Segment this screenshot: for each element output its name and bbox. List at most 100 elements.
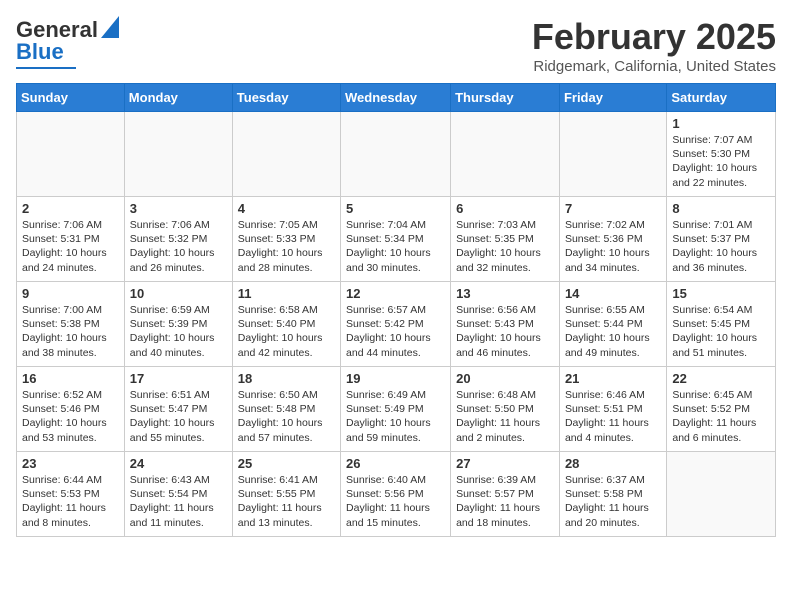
day-cell: 25 Sunrise: 6:41 AM Sunset: 5:55 PM Dayli…: [232, 452, 340, 537]
day-cell: 24 Sunrise: 6:43 AM Sunset: 5:54 PM Dayli…: [124, 452, 232, 537]
logo: General Blue: [16, 16, 119, 69]
day-number: 26: [346, 456, 445, 471]
day-cell: [667, 452, 776, 537]
day-cell: 3 Sunrise: 7:06 AM Sunset: 5:32 PM Daylig…: [124, 197, 232, 282]
weekday-header-row: SundayMondayTuesdayWednesdayThursdayFrid…: [17, 84, 776, 112]
day-number: 11: [238, 286, 335, 301]
day-number: 5: [346, 201, 445, 216]
day-detail: Sunrise: 7:00 AM Sunset: 5:38 PM Dayligh…: [22, 303, 119, 360]
calendar-title-block: February 2025 Ridgemark, California, Uni…: [532, 16, 776, 75]
day-detail: Sunrise: 6:43 AM Sunset: 5:54 PM Dayligh…: [130, 473, 227, 530]
day-detail: Sunrise: 7:04 AM Sunset: 5:34 PM Dayligh…: [346, 218, 445, 275]
weekday-header-friday: Friday: [559, 84, 666, 112]
day-cell: 2 Sunrise: 7:06 AM Sunset: 5:31 PM Daylig…: [17, 197, 125, 282]
day-detail: Sunrise: 6:51 AM Sunset: 5:47 PM Dayligh…: [130, 388, 227, 445]
day-number: 25: [238, 456, 335, 471]
day-cell: 6Sunrise: 7:03 AM Sunset: 5:35 PM Daylig…: [451, 197, 560, 282]
logo-triangle-icon: [101, 16, 119, 38]
weekday-header-monday: Monday: [124, 84, 232, 112]
day-detail: Sunrise: 7:07 AM Sunset: 5:30 PM Dayligh…: [672, 133, 770, 190]
day-detail: Sunrise: 7:06 AM Sunset: 5:31 PM Dayligh…: [22, 218, 119, 275]
day-cell: 12 Sunrise: 6:57 AM Sunset: 5:42 PM Dayli…: [341, 282, 451, 367]
weekday-header-thursday: Thursday: [451, 84, 560, 112]
day-number: 3: [130, 201, 227, 216]
day-number: 24: [130, 456, 227, 471]
day-number: 18: [238, 371, 335, 386]
day-detail: Sunrise: 7:02 AM Sunset: 5:36 PM Dayligh…: [565, 218, 661, 275]
day-cell: 28 Sunrise: 6:37 AM Sunset: 5:58 PM Dayli…: [559, 452, 666, 537]
weekday-header-wednesday: Wednesday: [341, 84, 451, 112]
day-number: 6: [456, 201, 554, 216]
week-row-3: 9 Sunrise: 7:00 AM Sunset: 5:38 PM Daylig…: [17, 282, 776, 367]
day-number: 22: [672, 371, 770, 386]
day-number: 10: [130, 286, 227, 301]
day-cell: 5 Sunrise: 7:04 AM Sunset: 5:34 PM Daylig…: [341, 197, 451, 282]
day-detail: Sunrise: 6:56 AM Sunset: 5:43 PM Dayligh…: [456, 303, 554, 360]
day-detail: Sunrise: 6:59 AM Sunset: 5:39 PM Dayligh…: [130, 303, 227, 360]
day-number: 17: [130, 371, 227, 386]
day-cell: [451, 112, 560, 197]
day-cell: 20 Sunrise: 6:48 AM Sunset: 5:50 PM Dayli…: [451, 367, 560, 452]
day-detail: Sunrise: 6:50 AM Sunset: 5:48 PM Dayligh…: [238, 388, 335, 445]
day-number: 27: [456, 456, 554, 471]
day-detail: Sunrise: 6:37 AM Sunset: 5:58 PM Dayligh…: [565, 473, 661, 530]
day-cell: [559, 112, 666, 197]
day-cell: 9 Sunrise: 7:00 AM Sunset: 5:38 PM Daylig…: [17, 282, 125, 367]
day-detail: Sunrise: 6:44 AM Sunset: 5:53 PM Dayligh…: [22, 473, 119, 530]
day-cell: [17, 112, 125, 197]
page-header: General Blue February 2025 Ridgemark, Ca…: [16, 16, 776, 75]
day-number: 9: [22, 286, 119, 301]
logo-underline: [16, 67, 76, 69]
logo-blue: Blue: [16, 39, 64, 65]
day-cell: 7 Sunrise: 7:02 AM Sunset: 5:36 PM Daylig…: [559, 197, 666, 282]
day-number: 19: [346, 371, 445, 386]
day-detail: Sunrise: 6:54 AM Sunset: 5:45 PM Dayligh…: [672, 303, 770, 360]
day-number: 12: [346, 286, 445, 301]
day-cell: 11 Sunrise: 6:58 AM Sunset: 5:40 PM Dayli…: [232, 282, 340, 367]
day-cell: 4Sunrise: 7:05 AM Sunset: 5:33 PM Daylig…: [232, 197, 340, 282]
day-cell: 18 Sunrise: 6:50 AM Sunset: 5:48 PM Dayli…: [232, 367, 340, 452]
day-cell: 16Sunrise: 6:52 AM Sunset: 5:46 PM Dayli…: [17, 367, 125, 452]
day-cell: 21 Sunrise: 6:46 AM Sunset: 5:51 PM Dayli…: [559, 367, 666, 452]
day-detail: Sunrise: 7:06 AM Sunset: 5:32 PM Dayligh…: [130, 218, 227, 275]
weekday-header-saturday: Saturday: [667, 84, 776, 112]
day-number: 2: [22, 201, 119, 216]
day-cell: 1Sunrise: 7:07 AM Sunset: 5:30 PM Daylig…: [667, 112, 776, 197]
day-cell: 26 Sunrise: 6:40 AM Sunset: 5:56 PM Dayli…: [341, 452, 451, 537]
day-cell: [341, 112, 451, 197]
day-number: 16: [22, 371, 119, 386]
day-detail: Sunrise: 6:41 AM Sunset: 5:55 PM Dayligh…: [238, 473, 335, 530]
day-detail: Sunrise: 6:48 AM Sunset: 5:50 PM Dayligh…: [456, 388, 554, 445]
day-number: 8: [672, 201, 770, 216]
day-cell: 10 Sunrise: 6:59 AM Sunset: 5:39 PM Dayli…: [124, 282, 232, 367]
day-detail: Sunrise: 6:58 AM Sunset: 5:40 PM Dayligh…: [238, 303, 335, 360]
day-cell: [124, 112, 232, 197]
day-detail: Sunrise: 6:45 AM Sunset: 5:52 PM Dayligh…: [672, 388, 770, 445]
day-detail: Sunrise: 6:46 AM Sunset: 5:51 PM Dayligh…: [565, 388, 661, 445]
day-detail: Sunrise: 6:49 AM Sunset: 5:49 PM Dayligh…: [346, 388, 445, 445]
day-number: 21: [565, 371, 661, 386]
day-number: 20: [456, 371, 554, 386]
day-detail: Sunrise: 6:40 AM Sunset: 5:56 PM Dayligh…: [346, 473, 445, 530]
day-number: 15: [672, 286, 770, 301]
day-number: 14: [565, 286, 661, 301]
day-cell: 27 Sunrise: 6:39 AM Sunset: 5:57 PM Dayli…: [451, 452, 560, 537]
week-row-1: 1Sunrise: 7:07 AM Sunset: 5:30 PM Daylig…: [17, 112, 776, 197]
day-detail: Sunrise: 7:01 AM Sunset: 5:37 PM Dayligh…: [672, 218, 770, 275]
weekday-header-tuesday: Tuesday: [232, 84, 340, 112]
day-cell: 17 Sunrise: 6:51 AM Sunset: 5:47 PM Dayli…: [124, 367, 232, 452]
day-detail: Sunrise: 6:57 AM Sunset: 5:42 PM Dayligh…: [346, 303, 445, 360]
day-cell: 14 Sunrise: 6:55 AM Sunset: 5:44 PM Dayli…: [559, 282, 666, 367]
day-number: 28: [565, 456, 661, 471]
day-number: 13: [456, 286, 554, 301]
weekday-header-sunday: Sunday: [17, 84, 125, 112]
day-number: 7: [565, 201, 661, 216]
day-cell: 19 Sunrise: 6:49 AM Sunset: 5:49 PM Dayli…: [341, 367, 451, 452]
day-number: 23: [22, 456, 119, 471]
day-detail: Sunrise: 6:55 AM Sunset: 5:44 PM Dayligh…: [565, 303, 661, 360]
week-row-4: 16Sunrise: 6:52 AM Sunset: 5:46 PM Dayli…: [17, 367, 776, 452]
month-title: February 2025: [532, 16, 776, 58]
day-detail: Sunrise: 6:39 AM Sunset: 5:57 PM Dayligh…: [456, 473, 554, 530]
day-cell: [232, 112, 340, 197]
day-cell: 8 Sunrise: 7:01 AM Sunset: 5:37 PM Daylig…: [667, 197, 776, 282]
